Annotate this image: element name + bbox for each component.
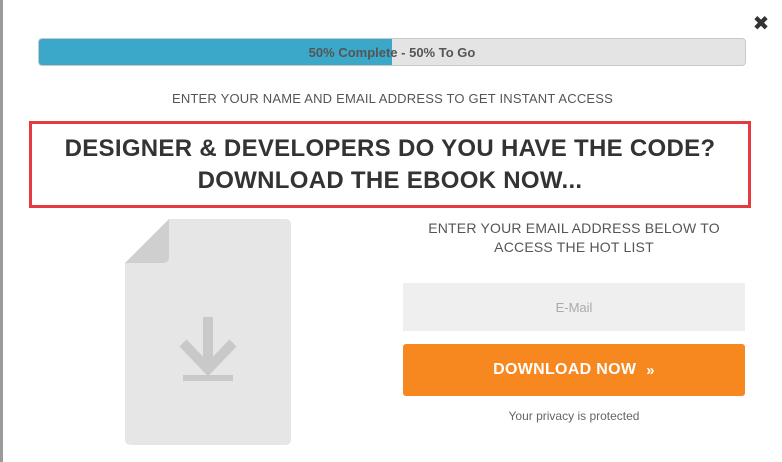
headline-line-1: DESIGNER & DEVELOPERS DO YOU HAVE THE CO…: [64, 134, 716, 162]
signup-form: ENTER YOUR EMAIL ADDRESS BELOW TO ACCESS…: [403, 219, 745, 423]
progress-bar: 50% Complete - 50% To Go: [38, 38, 746, 66]
form-heading-line-2: ACCESS THE HOT LIST: [494, 239, 654, 255]
headline-box: DESIGNER & DEVELOPERS DO YOU HAVE THE CO…: [29, 121, 751, 208]
close-icon[interactable]: ✖: [750, 12, 772, 35]
privacy-note: Your privacy is protected: [508, 409, 640, 423]
email-field[interactable]: [403, 283, 745, 331]
instant-access-subhead: ENTER YOUR NAME AND EMAIL ADDRESS TO GET…: [171, 91, 614, 106]
double-chevron-right-icon: »: [646, 361, 655, 379]
optin-modal: ✖ 50% Complete - 50% To Go ENTER YOUR NA…: [3, 0, 782, 462]
form-heading-line-1: ENTER YOUR EMAIL ADDRESS BELOW TO: [428, 220, 720, 236]
headline-line-2: DOWNLOAD THE EBOOK NOW...: [197, 166, 583, 194]
download-button-label: DOWNLOAD NOW: [493, 361, 637, 378]
download-now-button[interactable]: DOWNLOAD NOW »: [403, 344, 745, 396]
form-heading: ENTER YOUR EMAIL ADDRESS BELOW TO ACCESS…: [403, 219, 745, 257]
document-download-icon: [125, 219, 291, 445]
progress-label: 50% Complete - 50% To Go: [308, 44, 476, 60]
